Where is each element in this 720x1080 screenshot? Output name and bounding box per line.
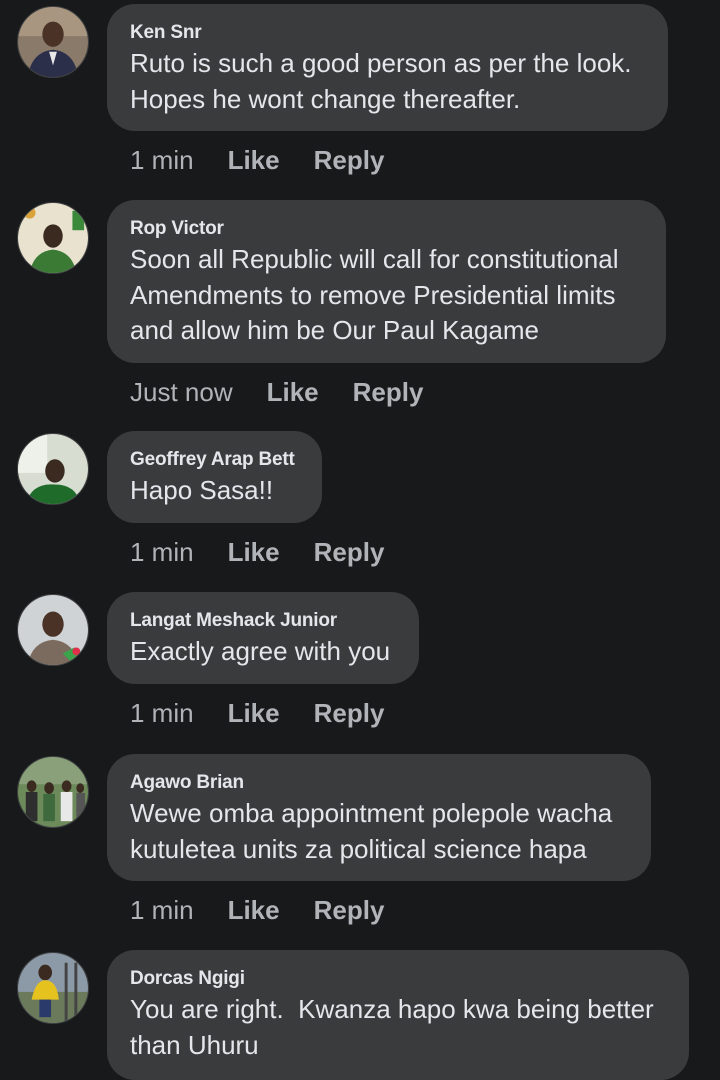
comment-actions: 1 min Like Reply xyxy=(130,144,384,176)
comment-actions: 1 min Like Reply xyxy=(130,536,384,568)
reply-button[interactable]: Reply xyxy=(314,144,385,176)
comment-timestamp[interactable]: Just now xyxy=(130,376,233,408)
comment-actions: Just now Like Reply xyxy=(130,376,423,408)
comment-bubble: Agawo Brian Wewe omba appointment polepo… xyxy=(107,754,651,881)
comment-timestamp[interactable]: 1 min xyxy=(130,536,194,568)
avatar[interactable] xyxy=(17,6,89,78)
profile-photo-icon xyxy=(18,203,88,273)
comment-timestamp[interactable]: 1 min xyxy=(130,894,194,926)
profile-photo-icon xyxy=(18,757,88,827)
comment-timestamp[interactable]: 1 min xyxy=(130,144,194,176)
reply-button[interactable]: Reply xyxy=(353,376,424,408)
comment-author[interactable]: Geoffrey Arap Bett xyxy=(130,448,298,472)
like-button[interactable]: Like xyxy=(228,144,280,176)
comment-bubble: Ken Snr Ruto is such a good person as pe… xyxy=(107,4,668,131)
comment-text: Wewe omba appointment polepole wacha kut… xyxy=(130,798,613,864)
comment-bubble: Dorcas Ngigi You are right. Kwanza hapo … xyxy=(107,950,689,1080)
like-button[interactable]: Like xyxy=(267,376,319,408)
like-button[interactable]: Like xyxy=(228,894,280,926)
profile-photo-icon xyxy=(18,7,88,77)
avatar[interactable] xyxy=(17,756,89,828)
comment-text: Soon all Republic will call for constitu… xyxy=(130,244,619,345)
comment-author[interactable]: Dorcas Ngigi xyxy=(130,967,665,991)
avatar[interactable] xyxy=(17,433,89,505)
reply-button[interactable]: Reply xyxy=(314,697,385,729)
comment-bubble: Rop Victor Soon all Republic will call f… xyxy=(107,200,666,363)
comment-text: You are right. Kwanza hapo kwa being bet… xyxy=(130,994,654,1060)
comment-author[interactable]: Langat Meshack Junior xyxy=(130,609,395,633)
comment-author[interactable]: Ken Snr xyxy=(130,21,644,45)
profile-photo-icon xyxy=(18,595,88,665)
like-button[interactable]: Like xyxy=(228,536,280,568)
reply-button[interactable]: Reply xyxy=(314,536,385,568)
comment-actions: 1 min Like Reply xyxy=(130,894,384,926)
avatar[interactable] xyxy=(17,202,89,274)
comment-text: Exactly agree with you xyxy=(130,636,391,666)
comment-text: Hapo Sasa!! xyxy=(130,475,274,505)
reply-button[interactable]: Reply xyxy=(314,894,385,926)
comment-bubble: Geoffrey Arap Bett Hapo Sasa!! xyxy=(107,431,322,523)
comment-author[interactable]: Agawo Brian xyxy=(130,771,627,795)
comment-text: Ruto is such a good person as per the lo… xyxy=(130,48,632,114)
avatar[interactable] xyxy=(17,594,89,666)
comment-timestamp[interactable]: 1 min xyxy=(130,697,194,729)
profile-photo-icon xyxy=(18,953,88,1023)
comment-author[interactable]: Rop Victor xyxy=(130,217,642,241)
comment-actions: 1 min Like Reply xyxy=(130,697,384,729)
comment-bubble: Langat Meshack Junior Exactly agree with… xyxy=(107,592,419,684)
avatar[interactable] xyxy=(17,952,89,1024)
like-button[interactable]: Like xyxy=(228,697,280,729)
profile-photo-icon xyxy=(18,434,88,504)
